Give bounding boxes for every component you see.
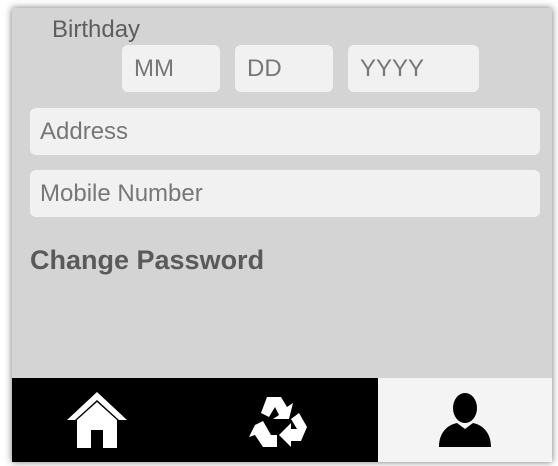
profile-form-screen: Birthday MM DD YYYY Address Mobile Numbe… xyxy=(12,8,552,462)
birthday-year-input[interactable]: YYYY xyxy=(348,45,479,92)
birthday-year-placeholder: YYYY xyxy=(360,54,425,82)
birthday-label: Birthday xyxy=(52,16,141,43)
birthday-day-input[interactable]: DD xyxy=(235,45,333,92)
nav-profile-tab[interactable] xyxy=(378,378,552,462)
birthday-month-placeholder: MM xyxy=(134,54,174,82)
birthday-day-placeholder: DD xyxy=(247,54,282,82)
address-input[interactable]: Address xyxy=(30,108,540,155)
bottom-nav-bar xyxy=(12,378,552,462)
recycle-icon xyxy=(249,397,307,447)
address-placeholder: Address xyxy=(40,117,129,145)
mobile-number-placeholder: Mobile Number xyxy=(40,179,203,207)
nav-home-tab[interactable] xyxy=(12,378,182,462)
profile-icon xyxy=(439,393,491,447)
nav-recycle-tab[interactable] xyxy=(182,378,378,462)
home-icon xyxy=(67,392,127,448)
mobile-number-input[interactable]: Mobile Number xyxy=(30,170,540,217)
birthday-month-input[interactable]: MM xyxy=(122,45,220,92)
change-password-link[interactable]: Change Password xyxy=(30,245,264,276)
